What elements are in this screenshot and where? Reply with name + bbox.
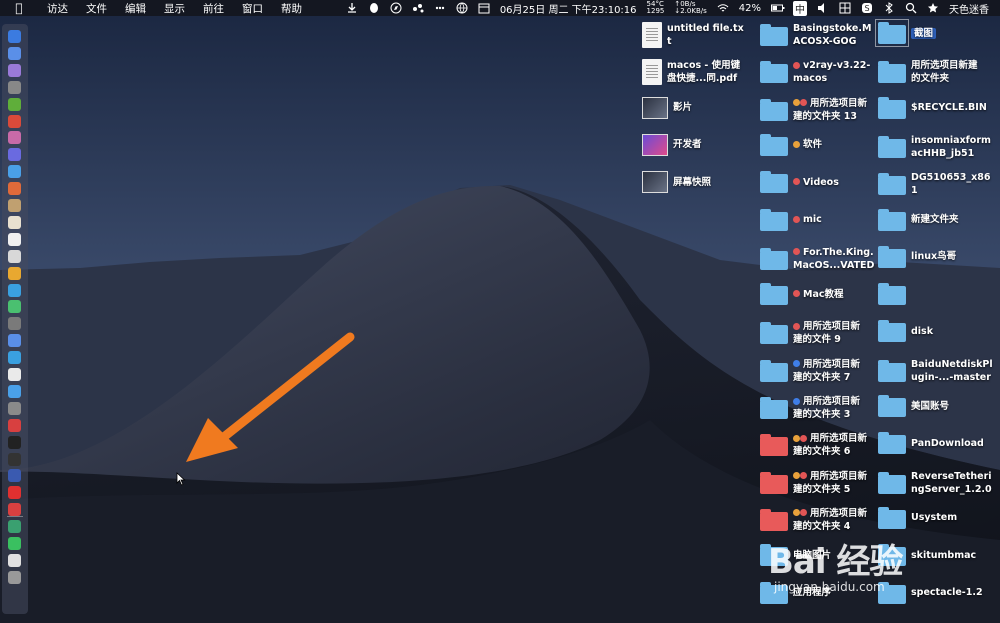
- bluetooth-icon[interactable]: [883, 2, 895, 14]
- desktop[interactable]:  访达 文件 编辑 显示 前往 窗口 帮助 06月25日 周二 下午23:10…: [0, 0, 1000, 623]
- menu-help[interactable]: 帮助: [272, 1, 311, 16]
- menu-window[interactable]: 窗口: [233, 1, 272, 16]
- annotation-arrow-icon: [186, 332, 355, 462]
- connections-icon[interactable]: [412, 2, 424, 14]
- mouse-cursor-icon: [176, 472, 186, 486]
- qq-icon[interactable]: [368, 2, 380, 14]
- battery-icon[interactable]: [771, 2, 785, 14]
- menu-bar:  访达 文件 编辑 显示 前往 窗口 帮助 06月25日 周二 下午23:10…: [0, 0, 1000, 16]
- battery-percent[interactable]: 42%: [739, 3, 761, 14]
- calendar-icon[interactable]: [478, 2, 490, 14]
- svg-text:S: S: [864, 4, 869, 13]
- user-name[interactable]: 天色迷香: [949, 1, 989, 16]
- dots-menu-icon[interactable]: [434, 2, 446, 14]
- menu-view[interactable]: 显示: [155, 1, 194, 16]
- skype-icon[interactable]: S: [861, 2, 873, 14]
- datetime[interactable]: 06月25日 周二 下午23:10:16: [500, 1, 637, 16]
- download-icon[interactable]: [346, 2, 358, 14]
- menu-go[interactable]: 前往: [194, 1, 233, 16]
- status-area: 06月25日 周二 下午23:10:16 54°C 1295 ↑0B/s ↓2.…: [341, 0, 1000, 16]
- menu-finder[interactable]: 访达: [38, 1, 77, 16]
- wifi-icon[interactable]: [717, 2, 729, 14]
- volume-icon[interactable]: [817, 2, 829, 14]
- network-speed[interactable]: ↑0B/s ↓2.0KB/s: [674, 1, 706, 15]
- fan-speed: 1295: [646, 7, 665, 15]
- menu-file[interactable]: 文件: [77, 1, 116, 16]
- download-speed: ↓2.0KB/s: [674, 7, 707, 15]
- globe-icon[interactable]: [456, 2, 468, 14]
- apple-menu-icon[interactable]: : [0, 1, 38, 15]
- search-icon[interactable]: [905, 2, 917, 14]
- menu-edit[interactable]: 编辑: [116, 1, 155, 16]
- star-icon[interactable]: [927, 2, 939, 14]
- compass-icon[interactable]: [390, 2, 402, 14]
- grid-menu-icon[interactable]: [839, 2, 851, 14]
- input-method[interactable]: 中: [793, 0, 807, 16]
- system-monitor[interactable]: 54°C 1295: [647, 1, 665, 15]
